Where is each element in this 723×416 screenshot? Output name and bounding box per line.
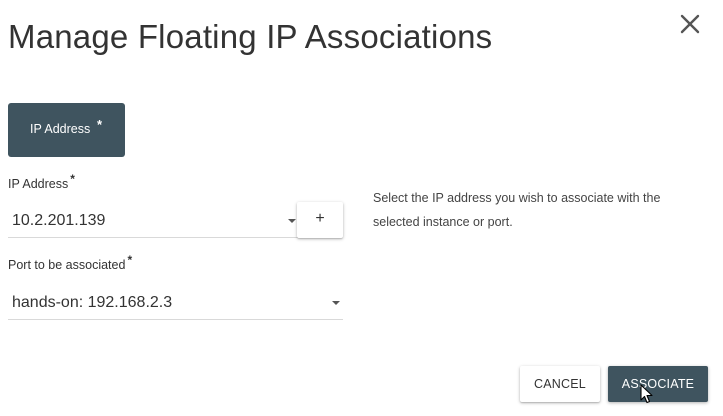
close-button[interactable]: [676, 10, 704, 38]
port-label: Port to be associated *: [8, 253, 132, 272]
required-marker: *: [70, 172, 75, 186]
close-icon: [680, 14, 700, 34]
ip-address-select[interactable]: 10.2.201.139: [8, 204, 298, 238]
port-select[interactable]: hands-on: 192.168.2.3: [8, 286, 343, 320]
add-ip-button[interactable]: +: [297, 202, 343, 238]
tab-ip-address-label: IP Address: [30, 122, 91, 136]
dialog-title: Manage Floating IP Associations: [8, 18, 493, 55]
caret-down-icon: [288, 219, 296, 223]
tab-ip-address[interactable]: IP Address *: [8, 103, 125, 157]
required-marker: *: [127, 253, 133, 267]
caret-down-icon: [332, 301, 340, 305]
port-label-text: Port to be associated: [8, 258, 126, 272]
port-select-value: hands-on: 192.168.2.3: [12, 294, 173, 311]
ip-address-label: IP Address *: [8, 172, 75, 191]
required-marker: *: [97, 117, 103, 132]
ip-address-label-text: IP Address: [8, 177, 69, 191]
associate-button[interactable]: ASSOCIATE: [608, 366, 708, 402]
help-text: Select the IP address you wish to associ…: [373, 191, 661, 229]
ip-address-select-value: 10.2.201.139: [12, 212, 106, 229]
cancel-button[interactable]: CANCEL: [520, 366, 600, 402]
